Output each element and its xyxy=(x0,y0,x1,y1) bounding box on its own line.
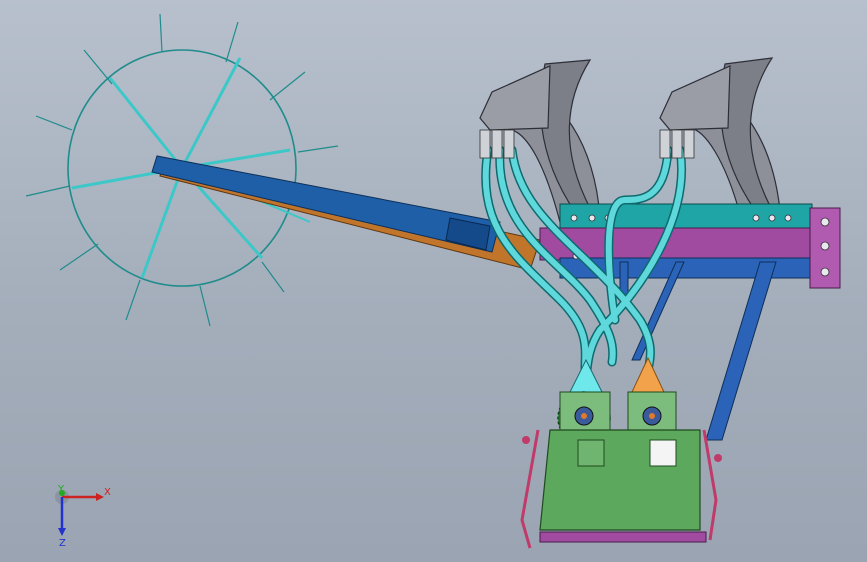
funnel-right xyxy=(631,356,665,393)
cad-viewport[interactable]: X Y Z xyxy=(0,0,867,562)
hopper-handle-left xyxy=(522,436,530,444)
boot-right xyxy=(659,65,731,131)
seed-meter-right[interactable] xyxy=(627,391,677,435)
meter-axle-left xyxy=(581,413,587,419)
hopper-base-plate xyxy=(539,531,707,543)
metering-funnels[interactable] xyxy=(569,356,665,393)
boot-left xyxy=(479,65,551,131)
cad-scene[interactable]: X Y Z xyxy=(0,0,867,562)
seed-hopper[interactable] xyxy=(520,429,722,549)
funnel-left xyxy=(569,358,603,393)
hopper-rail-left xyxy=(520,429,540,549)
main-frame[interactable] xyxy=(539,203,841,289)
triad-z-label: Z xyxy=(59,538,66,549)
triad-z-arrow xyxy=(58,528,66,536)
hopper-window-right xyxy=(649,439,677,467)
orientation-triad: X Y Z xyxy=(55,484,111,549)
hopper-window-left xyxy=(577,439,605,467)
rear-strut xyxy=(705,261,777,441)
triad-y-label: Y xyxy=(57,484,65,495)
triad-x-label: X xyxy=(104,487,111,498)
hopper-rail-right xyxy=(702,429,718,541)
meter-axle-right xyxy=(649,413,655,419)
triad-x-arrow xyxy=(96,493,104,501)
hopper-handle-right xyxy=(714,454,722,462)
